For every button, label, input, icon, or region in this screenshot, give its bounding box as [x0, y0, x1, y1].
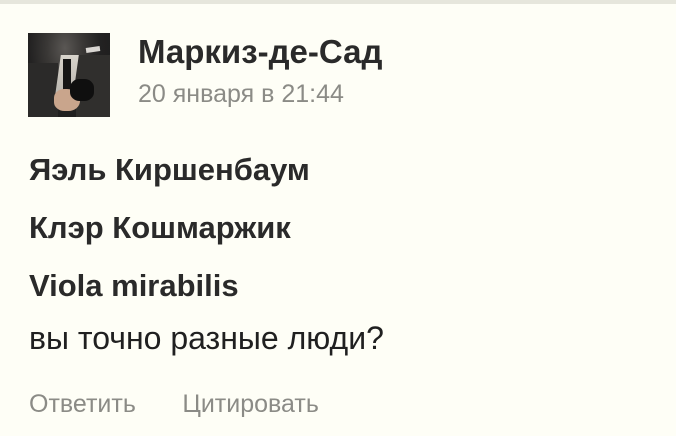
comment-timestamp[interactable]: 20 января в 21:44 — [138, 78, 344, 110]
comment-body: Яэль Киршенбаум Клэр Кошмаржик Viola mir… — [29, 150, 649, 360]
avatar[interactable] — [28, 33, 110, 117]
comment-actions: Ответить Цитировать — [29, 388, 319, 420]
mention-link[interactable]: Клэр Кошмаржик — [29, 208, 649, 248]
comment-text: вы точно разные люди? — [29, 320, 384, 356]
avatar-pocket-square — [85, 46, 101, 53]
mention-link[interactable]: Viola mirabilis — [29, 266, 649, 306]
quote-button[interactable]: Цитировать — [182, 390, 319, 418]
author-name[interactable]: Маркиз-де-Сад — [138, 32, 382, 72]
avatar-suit-left — [28, 63, 58, 117]
avatar-glove — [70, 79, 94, 101]
mention-link[interactable]: Яэль Киршенбаум — [29, 150, 649, 190]
comment: Маркиз-де-Сад 20 января в 21:44 Яэль Кир… — [0, 4, 676, 436]
reply-button[interactable]: Ответить — [29, 390, 136, 418]
